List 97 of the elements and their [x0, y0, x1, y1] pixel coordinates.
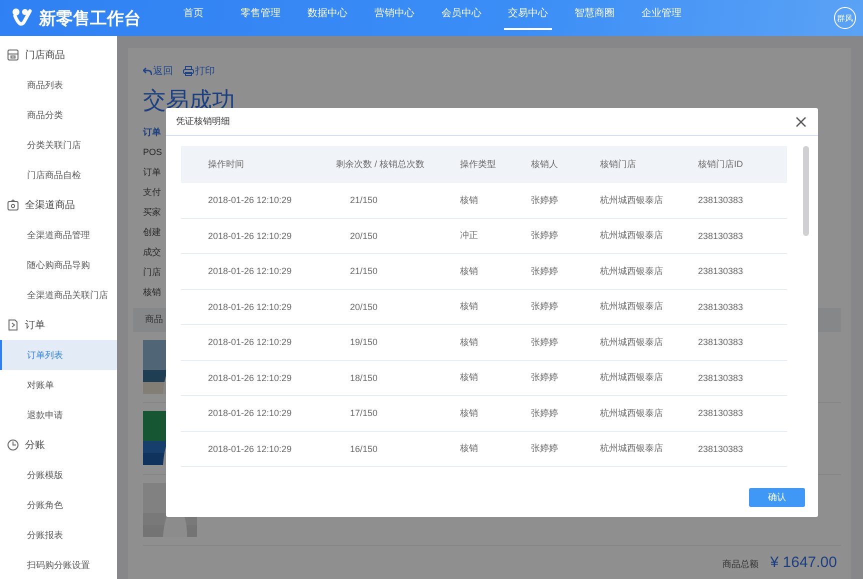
table-cell-text: 18/150	[349, 372, 379, 383]
sidebar-item[interactable]: 分类关联门店	[0, 130, 117, 160]
sidebar-item[interactable]: 扫码购分账设置	[0, 550, 117, 579]
table-cell-text: 杭州城西银泰店	[600, 406, 664, 420]
table-cell-text: 张婷婷	[531, 194, 559, 207]
column-header: 核销门店	[600, 158, 637, 171]
table-cell-text: 238130383	[698, 337, 744, 348]
table-cell-text: 2018-01-26 12:10:29	[208, 230, 293, 241]
menu-icon	[7, 49, 19, 61]
table-cell-text: 2018-01-26 12:10:29	[208, 195, 293, 206]
table-cell-text: 19/150	[349, 337, 379, 348]
nav-tab[interactable]: 首页	[160, 0, 227, 30]
sidebar-item[interactable]: 对账单	[0, 370, 117, 400]
info-label: 支付	[143, 186, 161, 199]
sidebar-item[interactable]: 门店商品自检	[0, 160, 117, 190]
table-cell-text: 张婷婷	[531, 229, 559, 242]
menu-group-title[interactable]: 全渠道商品	[25, 198, 75, 212]
logo-icon	[12, 8, 34, 28]
table-cell-text: 2018-01-26 12:10:29	[208, 444, 293, 454]
menu-icon	[7, 439, 19, 451]
products-header-text: 商品	[145, 313, 163, 326]
dialog-title: 凭证核销明细	[176, 115, 230, 128]
table-cell-text: 2018-01-26 12:10:29	[208, 266, 293, 276]
menu-icon	[7, 319, 19, 331]
nav-tab[interactable]: 零售管理	[227, 0, 294, 30]
info-label: 订单	[143, 126, 161, 139]
table-cell-text: 张婷婷	[531, 264, 559, 278]
column-header: 核销门店ID	[698, 158, 744, 171]
brand-name: 新零售工作台	[39, 8, 141, 30]
table-cell-text: 杭州城西银泰店	[600, 229, 664, 242]
info-label: 买家	[143, 206, 161, 219]
table-cell-text: 17/150	[349, 408, 379, 418]
menu-group-title[interactable]: 分账	[25, 438, 45, 452]
sidebar-item[interactable]: 分账报表	[0, 520, 117, 550]
total-amount: ¥ 1647.00	[770, 554, 837, 572]
table-cell-text: 杭州城西银泰店	[600, 336, 664, 349]
total-label: 商品总额	[722, 558, 758, 572]
column-header: 操作时间	[208, 158, 245, 171]
table-cell-text: 核销	[460, 264, 479, 278]
menu-group-title[interactable]: 门店商品	[25, 48, 65, 62]
info-label: POS	[143, 146, 162, 159]
table-cell-text: 张婷婷	[531, 300, 559, 314]
table-cell-text: 2018-01-26 12:10:29	[208, 337, 293, 348]
table-cell-text: 核销	[460, 194, 479, 207]
sidebar-item[interactable]: 全渠道商品关联门店	[0, 280, 117, 310]
nav-tab[interactable]: 数据中心	[294, 0, 361, 30]
table-cell-text: 21/150	[349, 266, 379, 276]
table-cell-text: 20/150	[349, 230, 379, 241]
table-cell-text: 杭州城西银泰店	[600, 194, 664, 207]
sidebar-item[interactable]: 商品分类	[0, 100, 117, 130]
table-cell-text: 冲正	[460, 229, 479, 242]
table-cell-text: 杭州城西银泰店	[600, 300, 664, 314]
table-cell-text: 238130383	[698, 444, 744, 454]
info-label: 成交	[143, 246, 161, 259]
menu-group-title[interactable]: 订单	[25, 318, 45, 332]
menu-icon	[7, 199, 19, 211]
table-cell-text: 2018-01-26 12:10:29	[208, 302, 293, 312]
sidebar-item[interactable]: 分账角色	[0, 490, 117, 520]
table-cell-text: 杭州城西银泰店	[600, 264, 664, 278]
info-label: 订单	[143, 166, 161, 179]
table-cell-text: 238130383	[698, 266, 744, 276]
table-cell-text: 核销	[460, 406, 479, 420]
column-header: 操作类型	[460, 158, 497, 171]
table-cell-text: 20/150	[349, 302, 379, 312]
sidebar-item[interactable]: 全渠道商品管理	[0, 220, 117, 250]
scrollbar[interactable]	[803, 146, 809, 236]
table-cell-text: 238130383	[698, 195, 744, 206]
table-cell-text: 杭州城西银泰店	[600, 442, 664, 456]
table-cell-text: 张婷婷	[531, 371, 559, 384]
table-cell-text: 张婷婷	[531, 406, 559, 420]
table-cell-text: 核销	[460, 300, 479, 314]
info-label: 门店	[143, 266, 161, 279]
column-header: 剩余次数 / 核销总次数	[336, 158, 426, 171]
info-label: 核销	[143, 286, 161, 299]
table-cell-text: 16/150	[349, 444, 379, 454]
table-cell-text: 238130383	[698, 372, 744, 383]
sidebar-item[interactable]: 分账模版	[0, 460, 117, 490]
table-cell-text: 核销	[460, 371, 479, 384]
back-arrow-icon[interactable]	[143, 66, 152, 76]
table-cell-text: 杭州城西银泰店	[600, 371, 664, 384]
table-cell-text: 核销	[460, 336, 479, 349]
table-cell-text: 2018-01-26 12:10:29	[208, 408, 293, 418]
printer-icon[interactable]	[183, 66, 194, 76]
table-cell-text: 张婷婷	[531, 336, 559, 349]
table-cell-text: 2018-01-26 12:10:29	[208, 372, 293, 383]
column-header: 核销人	[531, 158, 559, 171]
table-cell-text: 21/150	[349, 195, 379, 206]
table-cell-text: 核销	[460, 442, 479, 456]
close-icon[interactable]	[796, 116, 806, 126]
table-cell-text: 238130383	[698, 408, 744, 418]
table-cell-text: 238130383	[698, 302, 744, 312]
table-cell-text: 238130383	[698, 230, 744, 241]
sidebar-item[interactable]: 随心购商品导购	[0, 250, 117, 280]
sidebar-item[interactable]: 退款申请	[0, 400, 117, 430]
sidebar-item[interactable]: 商品列表	[0, 70, 117, 100]
table-cell-text: 张婷婷	[531, 442, 559, 456]
info-label: 创建	[143, 226, 161, 239]
